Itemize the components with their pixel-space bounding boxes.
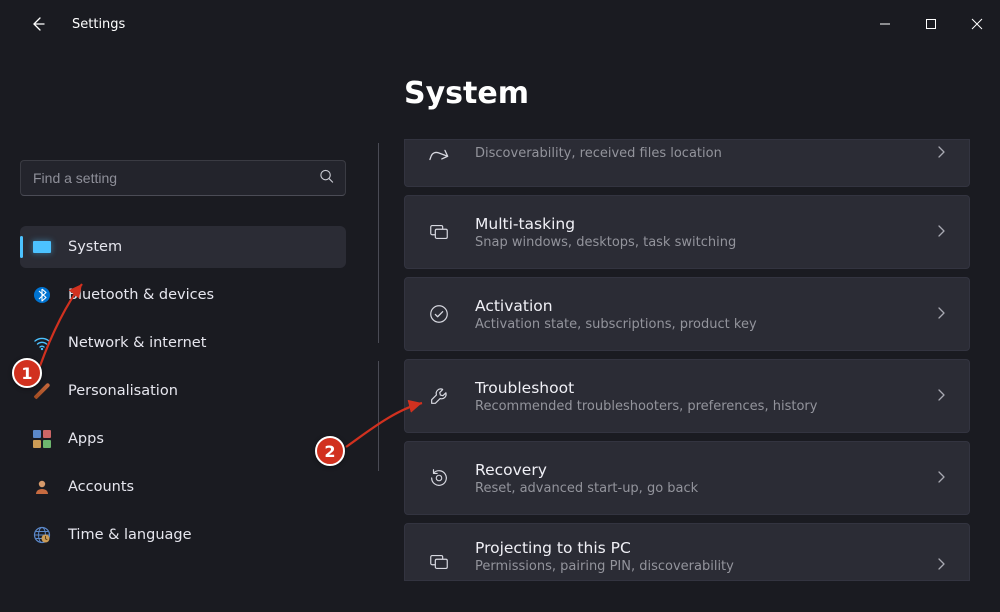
setting-subtitle: Recommended troubleshooters, preferences… [475, 399, 909, 414]
setting-item-troubleshoot[interactable]: Troubleshoot Recommended troubleshooters… [404, 359, 970, 433]
annotation-badge-1: 1 [12, 358, 42, 388]
sidebar-item-label: Apps [68, 431, 104, 447]
chevron-right-icon [933, 144, 951, 162]
setting-title: Multi-tasking [475, 215, 909, 233]
setting-title: Projecting to this PC [475, 539, 909, 557]
sidebar-item-accounts[interactable]: Accounts [20, 466, 346, 508]
setting-subtitle: Discoverability, received files location [475, 146, 909, 161]
setting-item-projecting[interactable]: Projecting to this PC Permissions, pairi… [404, 523, 970, 581]
sidebar-item-label: Bluetooth & devices [68, 287, 214, 303]
setting-item-activation[interactable]: Activation Activation state, subscriptio… [404, 277, 970, 351]
sidebar-item-label: System [68, 239, 122, 255]
page-title: System [404, 76, 970, 111]
scroll-indicator [378, 361, 379, 471]
sidebar-item-label: Network & internet [68, 335, 206, 351]
activation-icon [427, 302, 451, 326]
minimize-button[interactable] [862, 8, 908, 40]
chevron-right-icon [933, 223, 951, 241]
bluetooth-icon [32, 285, 52, 305]
search-icon [319, 169, 334, 188]
time-language-icon [32, 525, 52, 545]
network-icon [32, 333, 52, 353]
setting-subtitle: Snap windows, desktops, task switching [475, 235, 909, 250]
setting-title: Activation [475, 297, 909, 315]
back-button[interactable] [24, 10, 52, 38]
setting-item-nearby-sharing[interactable]: Discoverability, received files location [404, 139, 970, 187]
setting-item-recovery[interactable]: Recovery Reset, advanced start-up, go ba… [404, 441, 970, 515]
sidebar-item-network[interactable]: Network & internet [20, 322, 346, 364]
sidebar-item-time-language[interactable]: Time & language [20, 514, 346, 556]
chevron-right-icon [933, 469, 951, 487]
app-title: Settings [72, 17, 125, 32]
search-input[interactable] [20, 160, 346, 196]
chevron-right-icon [933, 387, 951, 405]
sidebar-item-system[interactable]: System [20, 226, 346, 268]
troubleshoot-icon [427, 384, 451, 408]
setting-title: Troubleshoot [475, 379, 909, 397]
accounts-icon [32, 477, 52, 497]
chevron-right-icon [933, 305, 951, 323]
setting-title: Recovery [475, 461, 909, 479]
sidebar-item-apps[interactable]: Apps [20, 418, 346, 460]
sidebar-item-label: Time & language [68, 527, 192, 543]
system-icon [32, 237, 52, 257]
sidebar-item-bluetooth[interactable]: Bluetooth & devices [20, 274, 346, 316]
share-icon [427, 144, 451, 168]
scroll-indicator [378, 143, 379, 343]
maximize-button[interactable] [908, 8, 954, 40]
sidebar-item-label: Accounts [68, 479, 134, 495]
apps-icon [32, 429, 52, 449]
user-block [20, 48, 346, 160]
multitasking-icon [427, 220, 451, 244]
close-button[interactable] [954, 8, 1000, 40]
setting-subtitle: Activation state, subscriptions, product… [475, 317, 909, 332]
annotation-badge-2: 2 [315, 436, 345, 466]
sidebar-item-label: Personalisation [68, 383, 178, 399]
setting-item-multitasking[interactable]: Multi-tasking Snap windows, desktops, ta… [404, 195, 970, 269]
recovery-icon [427, 466, 451, 490]
chevron-right-icon [933, 556, 951, 574]
setting-subtitle: Permissions, pairing PIN, discoverabilit… [475, 559, 909, 574]
sidebar-item-personalisation[interactable]: Personalisation [20, 370, 346, 412]
projecting-icon [427, 550, 451, 574]
setting-subtitle: Reset, advanced start-up, go back [475, 481, 909, 496]
